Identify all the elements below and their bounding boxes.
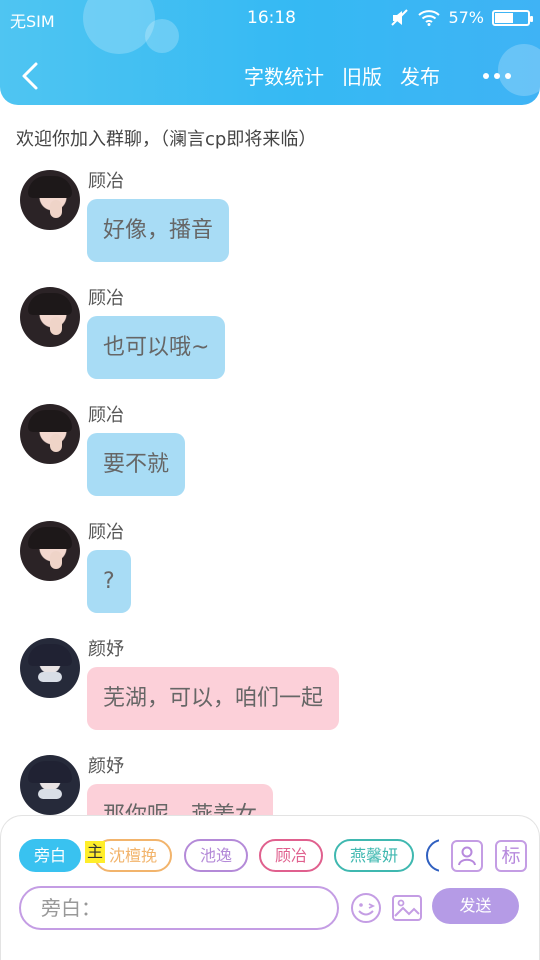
- sender-name: 颜妤: [88, 639, 124, 660]
- battery-fill: [495, 12, 513, 23]
- role-chip[interactable]: 燕馨妍: [334, 839, 414, 872]
- composer-panel: 旁白 沈檀挽 池逸 顾冶 燕馨妍 主 标 旁白： 发送: [0, 815, 540, 960]
- send-button[interactable]: 发送: [432, 888, 519, 924]
- message-bubble[interactable]: 好像，播音: [87, 199, 230, 262]
- chevron-left-icon[interactable]: [16, 58, 46, 94]
- sender-name: 顾冶: [88, 171, 124, 192]
- role-chip[interactable]: 池逸: [184, 839, 248, 872]
- main-role-tag: 主: [85, 841, 106, 863]
- person-card-icon: [458, 846, 476, 866]
- message-bubble[interactable]: ?: [87, 550, 131, 613]
- role-chip-narrator[interactable]: 旁白: [19, 839, 81, 872]
- image-icon[interactable]: [391, 892, 423, 924]
- role-chip[interactable]: 顾冶: [259, 839, 323, 872]
- chat-message: 顾冶 ?: [0, 516, 540, 633]
- wifi-icon: [418, 9, 441, 26]
- chat-message: 顾冶 也可以哦~: [0, 282, 540, 399]
- message-bubble[interactable]: 那你呢，燕姜女: [87, 784, 274, 815]
- chat-message: 顾冶 好像，播音: [0, 165, 540, 282]
- sender-name: 顾冶: [88, 288, 124, 309]
- tag-button[interactable]: 标: [495, 840, 527, 872]
- role-chip[interactable]: [426, 839, 439, 872]
- chat-list[interactable]: 顾冶 好像，播音 顾冶 也可以哦~ 顾冶 要不就 顾冶 ? 颜妤 芜湖，可以，咱…: [0, 165, 540, 815]
- status-icons: 57%: [390, 8, 533, 27]
- chat-message: 颜妤 芜湖，可以，咱们一起: [0, 633, 540, 750]
- old-version-button[interactable]: 旧版: [342, 61, 382, 90]
- avatar[interactable]: [20, 638, 80, 698]
- sender-name: 顾冶: [88, 522, 124, 543]
- avatar[interactable]: [20, 170, 80, 230]
- battery-percent: 57%: [448, 8, 484, 27]
- publish-button[interactable]: 发布: [400, 61, 440, 90]
- sender-name: 顾冶: [88, 405, 124, 426]
- chat-message: 颜妤 那你呢，燕姜女: [0, 750, 540, 815]
- nav-actions: 字数统计 旧版 发布: [244, 61, 440, 90]
- nav-bar: 字数统计 旧版 发布: [0, 58, 540, 94]
- avatar[interactable]: [20, 755, 80, 815]
- carrier-label: 无SIM: [10, 12, 55, 31]
- status-bar: 无SIM 16:18 57%: [0, 6, 540, 31]
- more-dots-icon[interactable]: [476, 58, 518, 94]
- person-card-icon[interactable]: [451, 840, 483, 872]
- avatar[interactable]: [20, 521, 80, 581]
- sender-name: 颜妤: [88, 756, 124, 777]
- word-count-button[interactable]: 字数统计: [244, 61, 324, 90]
- clock: 16:18: [247, 8, 296, 28]
- message-bubble[interactable]: 也可以哦~: [87, 316, 226, 379]
- welcome-text: 欢迎你加入群聊，（澜言cp即将来临）: [16, 129, 317, 150]
- battery-icon: [492, 9, 533, 26]
- avatar[interactable]: [20, 287, 80, 347]
- role-selector[interactable]: 旁白 沈檀挽 池逸 顾冶 燕馨妍 主: [19, 838, 439, 874]
- role-chip[interactable]: 沈檀挽: [94, 839, 172, 872]
- emoji-icon[interactable]: [350, 892, 382, 924]
- message-bubble[interactable]: 芜湖，可以，咱们一起: [87, 667, 340, 730]
- top-header: 无SIM 16:18 57% 字数统计 旧版 发布: [0, 0, 540, 105]
- mute-icon: [391, 8, 409, 26]
- chat-message: 顾冶 要不就: [0, 399, 540, 516]
- avatar[interactable]: [20, 404, 80, 464]
- message-bubble[interactable]: 要不就: [87, 433, 186, 496]
- message-input[interactable]: 旁白：: [19, 886, 339, 930]
